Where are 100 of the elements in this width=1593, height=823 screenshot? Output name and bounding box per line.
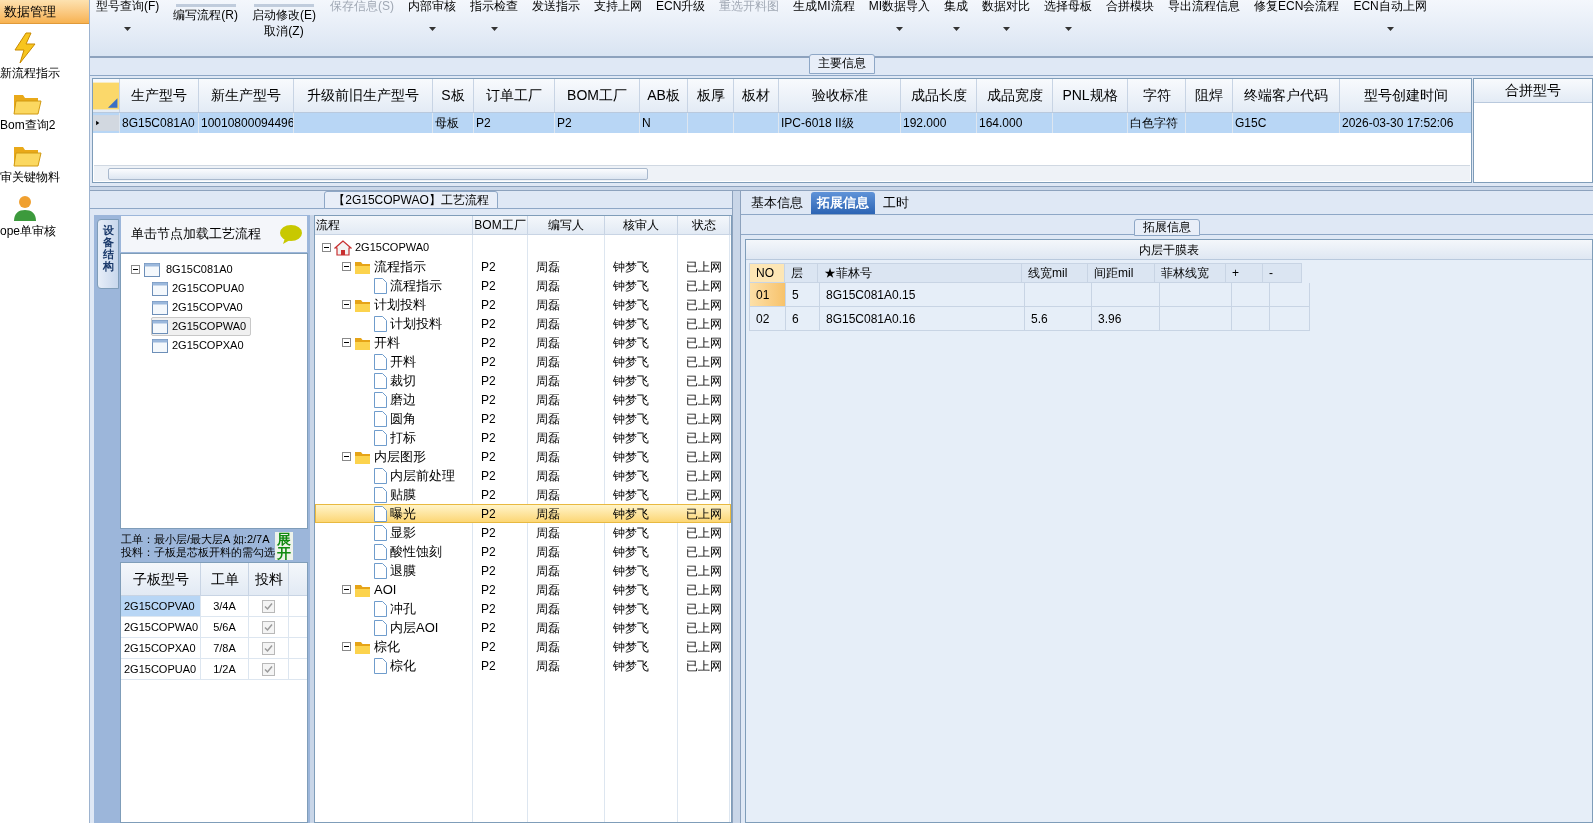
expand-button[interactable]: 展开: [275, 532, 293, 560]
tree-item[interactable]: 内层图形: [374, 446, 426, 467]
tree-item[interactable]: 开料: [374, 332, 400, 353]
column-header[interactable]: 终端客户代码: [1232, 79, 1339, 112]
sidebar-item[interactable]: Bom查询2: [0, 116, 56, 134]
tree-item[interactable]: 2G15COPUA0: [151, 279, 250, 298]
column-header[interactable]: 型号创建时间: [1339, 79, 1471, 112]
table-cell[interactable]: 2G15COPUA0: [121, 659, 201, 679]
toolbar-button[interactable]: 型号查询(F): [96, 0, 160, 13]
vertical-tab[interactable]: 设备结构: [97, 219, 119, 289]
column-header[interactable]: BOM工厂: [473, 216, 528, 234]
table-row[interactable]: 8G15C081A0 10010800094496 母板 P2 P2 N IPC-6018 II级 192.000 164.000 白色字符 G15C 2026-03-30 17:52:06: [93, 113, 1471, 133]
column-header[interactable]: 合拼型号: [1474, 79, 1592, 103]
table-cell[interactable]: 2G15COPWA0: [121, 617, 201, 637]
toolbar-button[interactable]: 生成MI流程: [793, 0, 855, 13]
toolbar-button[interactable]: 选择母板: [1044, 0, 1093, 13]
splitter[interactable]: [90, 186, 1593, 191]
tree-row[interactable]: 冲孔 P2 周磊 钟梦飞 已上网: [315, 599, 731, 618]
tab[interactable]: 基本信息: [745, 192, 809, 214]
tree-row[interactable]: 内层AOI P2 周磊 钟梦飞 已上网: [315, 618, 731, 637]
column-header[interactable]: 新生产型号: [198, 79, 293, 112]
tree-item[interactable]: 计划投料: [374, 294, 426, 315]
tree-item[interactable]: 棕化: [374, 636, 400, 657]
sidebar-item[interactable]: ope单审核: [0, 222, 57, 240]
tree-row[interactable]: 酸性蚀刻 P2 周磊 钟梦飞 已上网: [315, 542, 731, 561]
column-header[interactable]: 核审人: [605, 216, 678, 234]
column-header[interactable]: 菲林线宽: [1154, 263, 1226, 283]
column-header[interactable]: 升级前旧生产型号: [293, 79, 432, 112]
tree-item[interactable]: 2G15COPVA0: [151, 298, 248, 317]
tree-row[interactable]: 贴膜 P2 周磊 钟梦飞 已上网: [315, 485, 731, 504]
column-header[interactable]: +: [1225, 263, 1263, 283]
column-header[interactable]: 成品长度: [900, 79, 976, 112]
tree-row[interactable]: 退膜 P2 周磊 钟梦飞 已上网: [315, 561, 731, 580]
column-header[interactable]: ★菲林号: [817, 263, 1022, 283]
column-header[interactable]: 层: [784, 263, 818, 283]
column-header[interactable]: 板厚: [687, 79, 733, 112]
checkbox[interactable]: [262, 620, 275, 634]
column-header[interactable]: -: [1262, 263, 1302, 283]
tree-item[interactable]: 2G15COPXA0: [151, 336, 249, 355]
column-header[interactable]: 状态: [678, 216, 730, 234]
checkbox[interactable]: [262, 641, 275, 655]
checkbox[interactable]: [262, 662, 275, 676]
tree-row[interactable]: 开料 P2 周磊 钟梦飞 已上网: [315, 352, 731, 371]
toolbar-button[interactable]: 内部审核: [408, 0, 456, 13]
toolbar-button[interactable]: ECN自动上网: [1353, 0, 1427, 13]
toolbar-button[interactable]: 编写流程(R): [173, 7, 238, 23]
column-header[interactable]: 子板型号: [121, 563, 201, 595]
table-cell[interactable]: 02: [750, 307, 785, 330]
sidebar-item[interactable]: 新流程指示: [0, 64, 60, 82]
table-cell[interactable]: 2G15COPVA0: [121, 596, 201, 616]
tree-row[interactable]: 打标 P2 周磊 钟梦飞 已上网: [315, 428, 731, 447]
tree-row[interactable]: 棕化 P2 周磊 钟梦飞 已上网: [315, 656, 731, 675]
column-header[interactable]: 流程: [315, 216, 473, 234]
sidebar-item[interactable]: 审关键物料: [0, 168, 60, 186]
toolbar-button[interactable]: 导出流程信息: [1168, 0, 1241, 13]
tab[interactable]: 拓展信息: [811, 192, 875, 214]
toolbar-button[interactable]: 集成: [944, 0, 969, 13]
toolbar-button[interactable]: 发送指示: [532, 0, 580, 13]
sidebar-header[interactable]: 数据管理: [0, 0, 89, 24]
toolbar-button[interactable]: 指示检查: [470, 0, 518, 13]
tree-row[interactable]: 流程指示 P2 周磊 钟梦飞 已上网: [315, 276, 731, 295]
column-header[interactable]: 字符: [1127, 79, 1185, 112]
toolbar-button[interactable]: 合拼模块: [1106, 0, 1155, 13]
column-header[interactable]: PNL规格: [1052, 79, 1127, 112]
column-header[interactable]: BOM工厂: [554, 79, 639, 112]
tree-row[interactable]: 磨边 P2 周磊 钟梦飞 已上网: [315, 390, 731, 409]
column-header[interactable]: S板: [432, 79, 473, 112]
tree-row[interactable]: 内层前处理 P2 周磊 钟梦飞 已上网: [315, 466, 731, 485]
toolbar-button[interactable]: 修复ECN会流程: [1254, 0, 1340, 13]
column-header[interactable]: 投料: [249, 563, 289, 595]
column-header[interactable]: 生产型号: [119, 79, 198, 112]
tree-item[interactable]: 2G15COPWA0: [355, 239, 430, 256]
tree-row[interactable]: 曝光 P2 周磊 钟梦飞 已上网: [315, 504, 731, 523]
toolbar-button[interactable]: 数据对比: [982, 0, 1031, 13]
column-header[interactable]: 线宽mil: [1021, 263, 1088, 283]
toolbar-button[interactable]: ECN升级: [656, 0, 706, 13]
toolbar-button[interactable]: MI数据导入: [868, 0, 931, 13]
column-header[interactable]: 板材: [733, 79, 778, 112]
column-header[interactable]: 成品宽度: [976, 79, 1052, 112]
tree-item[interactable]: 2G15COPWA0: [151, 317, 252, 336]
horizontal-scrollbar[interactable]: [94, 165, 1470, 181]
column-header[interactable]: 验收标准: [778, 79, 900, 112]
tree-row[interactable]: 显影 P2 周磊 钟梦飞 已上网: [315, 523, 731, 542]
tree-row[interactable]: 圆角 P2 周磊 钟梦飞 已上网: [315, 409, 731, 428]
tree-row[interactable]: 裁切 P2 周磊 钟梦飞 已上网: [315, 371, 731, 390]
column-header[interactable]: 间距mil: [1087, 263, 1155, 283]
splitter[interactable]: [732, 191, 741, 823]
tree-row[interactable]: 计划投料 P2 周磊 钟梦飞 已上网: [315, 314, 731, 333]
column-header[interactable]: 订单工厂: [473, 79, 554, 112]
column-header[interactable]: 阻焊: [1185, 79, 1232, 112]
table-cell[interactable]: 2G15COPXA0: [121, 638, 201, 658]
table-cell[interactable]: 01: [750, 283, 785, 306]
toolbar-button[interactable]: 启动修改(E): [252, 7, 316, 23]
toolbar-button[interactable]: 支持上网: [594, 0, 642, 13]
tree-item[interactable]: 流程指示: [374, 256, 426, 277]
column-header[interactable]: 编写人: [528, 216, 605, 234]
tab[interactable]: 工时: [877, 192, 915, 214]
column-header[interactable]: AB板: [639, 79, 687, 112]
toolbar-button[interactable]: 取消(Z): [264, 23, 304, 39]
column-header[interactable]: NO: [749, 263, 785, 283]
